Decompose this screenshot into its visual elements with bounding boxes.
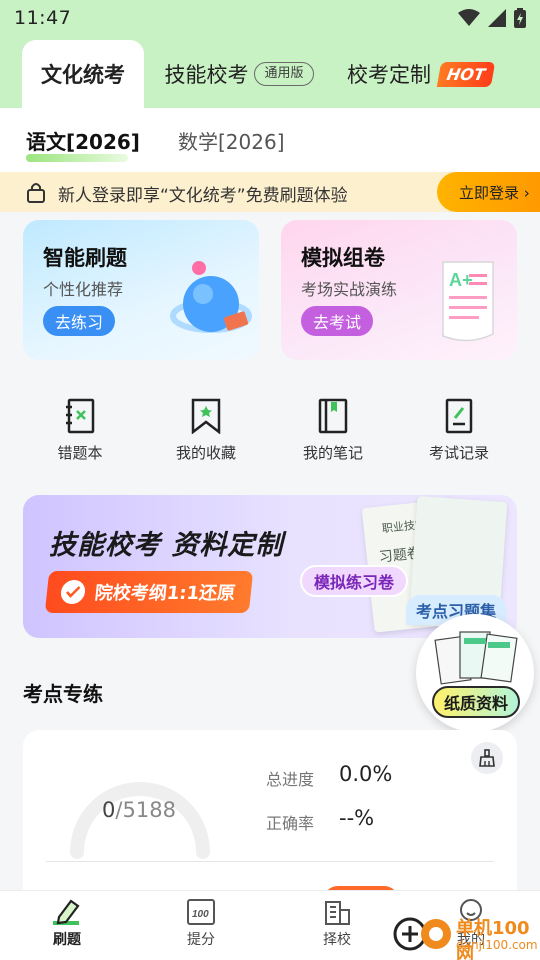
tool-shortcuts: 错题本 我的收藏 我的笔记 考试记录 xyxy=(0,392,540,482)
check-icon xyxy=(59,580,87,604)
go-practice-button[interactable]: 去练习 xyxy=(43,306,116,336)
go-exam-button[interactable]: 去考试 xyxy=(301,306,374,336)
section-title: 考点专练 xyxy=(23,682,103,706)
tab-label: 技能校考 xyxy=(164,63,249,87)
watermark-name: 单机100网 xyxy=(456,918,530,960)
promo-ribbon: 院校考纲1:1还原 xyxy=(44,571,254,613)
watermark-logo-icon xyxy=(393,917,451,951)
custom-materials-promo-banner[interactable]: 职业技能测试 习题卷 技能校考 资料定制 院校考纲1:1还原 模拟练习卷 考点习… xyxy=(23,495,517,638)
exam-record-icon xyxy=(445,398,473,434)
lock-icon xyxy=(27,183,45,203)
nav-school[interactable]: 择校 xyxy=(297,897,377,949)
main-content[interactable]: 智能刷题 个性化推荐 去练习 模拟组卷 考场实战演练 去考试 A+ 错题本 我的… xyxy=(0,212,540,890)
login-button[interactable]: 立即登录 › xyxy=(437,172,540,212)
battery-icon xyxy=(514,8,526,28)
tool-label: 我的笔记 xyxy=(302,444,363,462)
tab-custom-exam[interactable]: 校考定制 HOT xyxy=(340,40,500,108)
accuracy-label: 正确率 xyxy=(266,814,315,833)
mock-exam-card[interactable]: 模拟组卷 考场实战演练 去考试 A+ xyxy=(281,220,517,360)
nav-practice[interactable]: 刷题 xyxy=(27,897,107,949)
tool-label: 考试记录 xyxy=(428,444,489,462)
score-icon: 100 xyxy=(187,899,215,925)
bookmark-shortcut[interactable]: 我的收藏 xyxy=(156,392,256,482)
tool-label: 错题本 xyxy=(57,444,103,462)
login-notice-banner: 新人登录即享“文化统考”免费刷题体验 立即登录 › xyxy=(0,172,540,212)
svg-text:100: 100 xyxy=(192,909,209,920)
paper-sheets-icon xyxy=(434,631,518,685)
wrong-book-shortcut[interactable]: 错题本 xyxy=(30,392,130,482)
exam-paper-illustration-icon: A+ xyxy=(442,261,494,342)
nav-label: 提分 xyxy=(187,932,215,948)
nav-label: 刷题 xyxy=(53,932,81,948)
svg-text:A+: A+ xyxy=(449,270,473,290)
watermark-url: danji100.com xyxy=(456,938,538,952)
card-subtitle: 个性化推荐 xyxy=(43,280,124,299)
hot-badge: HOT xyxy=(436,61,496,87)
progress-value: 0.0% xyxy=(339,762,393,786)
exam-record-shortcut[interactable]: 考试记录 xyxy=(409,392,509,482)
subject-tab-chinese[interactable]: 语文[2026] xyxy=(26,126,140,155)
planet-illustration-icon xyxy=(170,261,252,333)
paper-materials-label: 纸质资料 xyxy=(432,686,520,718)
notice-message: 新人登录即享“文化统考”免费刷题体验 xyxy=(58,186,348,206)
accuracy-value: --% xyxy=(339,806,375,830)
clear-progress-button[interactable] xyxy=(471,742,503,774)
bookmark-icon xyxy=(191,398,221,434)
nav-score[interactable]: 100 提分 xyxy=(161,897,241,949)
school-icon xyxy=(325,901,350,925)
login-button-label: 立即登录 › xyxy=(459,183,530,202)
wrong-book-icon xyxy=(66,398,95,434)
smart-practice-card[interactable]: 智能刷题 个性化推荐 去练习 xyxy=(23,220,259,360)
subject-tabs: 语文[2026] 数学[2026] xyxy=(0,108,540,172)
broom-icon xyxy=(479,749,495,767)
promo-headline: 技能校考 资料定制 xyxy=(49,530,284,561)
tab-culture-exam[interactable]: 文化统考 xyxy=(22,40,144,108)
wifi-icon xyxy=(458,9,480,26)
divider xyxy=(46,861,494,862)
done-count: 0 xyxy=(102,798,116,822)
card-title: 智能刷题 xyxy=(43,246,127,270)
tab-skill-exam[interactable]: 技能校考 通用版 xyxy=(154,40,324,108)
tab-label: 文化统考 xyxy=(41,63,125,87)
tool-label: 我的收藏 xyxy=(175,444,236,462)
card-subtitle: 考场实战演练 xyxy=(301,280,398,299)
progress-count: 0/5188 xyxy=(89,798,189,822)
tab-label: 校考定制 xyxy=(347,63,432,87)
general-badge: 通用版 xyxy=(254,62,314,86)
notebook-shortcut[interactable]: 我的笔记 xyxy=(283,392,383,482)
signal-icon xyxy=(488,9,506,27)
total-count: /5188 xyxy=(115,798,176,822)
status-time: 11:47 xyxy=(14,7,72,29)
paper-materials-float-button[interactable]: 纸质资料 xyxy=(416,614,534,732)
status-bar: 11:47 xyxy=(0,0,540,36)
nav-label: 择校 xyxy=(323,932,351,948)
header: 11:47 文化统考 技能校考 通用版 校考定制 HOT xyxy=(0,0,540,108)
practice-icon xyxy=(53,899,80,925)
status-icons xyxy=(458,8,526,28)
mock-paper-pill: 模拟练习卷 xyxy=(300,565,409,597)
subject-tab-math[interactable]: 数学[2026] xyxy=(178,126,285,155)
active-tab-indicator xyxy=(26,154,128,162)
site-watermark: 单机100网 danji100.com xyxy=(392,910,540,960)
progress-label: 总进度 xyxy=(266,770,315,789)
top-tabs: 文化统考 技能校考 通用版 校考定制 HOT xyxy=(0,40,540,108)
progress-card[interactable]: 0/5188 总进度 0.0% 正确率 --% xyxy=(23,730,517,890)
notebook-icon xyxy=(318,398,348,434)
card-title: 模拟组卷 xyxy=(301,246,385,270)
ribbon-text: 院校考纲1:1还原 xyxy=(93,583,237,604)
